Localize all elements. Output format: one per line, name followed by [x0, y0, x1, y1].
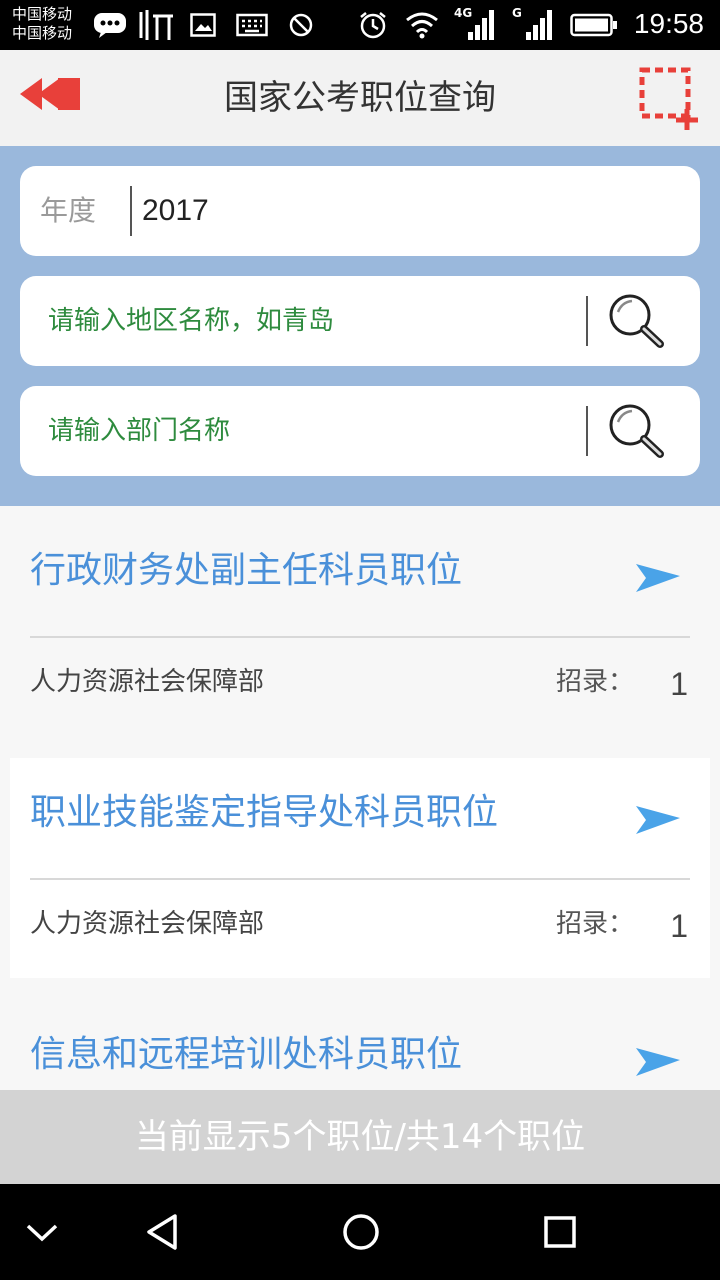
hire-label: 招录： [555, 909, 634, 939]
system-nav-bar [0, 1184, 720, 1280]
region-search-field[interactable]: 请输入地区名称，如青岛 [20, 276, 700, 366]
hire-count: 1 [670, 666, 688, 702]
clock: 19:58 [633, 8, 704, 39]
department-name: 人力资源社会保障部 [30, 667, 265, 697]
collapse-button[interactable] [18, 1208, 66, 1256]
list-item[interactable]: 信息和远程培训处科员职位 [10, 1000, 710, 1090]
back-icon [147, 1214, 177, 1250]
search-panel: 年度 2017 请输入地区名称，如青岛 请输入部门名称 [0, 146, 720, 506]
alarm-icon [356, 0, 390, 50]
hire-count: 1 [670, 908, 688, 944]
region-search-input[interactable]: 请输入地区名称，如青岛 [48, 276, 334, 366]
no-disturb-icon [286, 0, 316, 50]
department-search-field[interactable]: 请输入部门名称 [20, 386, 700, 476]
job-title[interactable]: 信息和远程培训处科员职位 [30, 1030, 462, 1080]
signal-icon: G [512, 0, 554, 44]
send-arrow-icon[interactable] [634, 560, 682, 596]
status-bar: 中国移动 中国移动 4G G 19:58 [0, 0, 720, 50]
field-divider [586, 296, 588, 346]
recents-icon [544, 1216, 576, 1248]
message-icon [92, 0, 128, 50]
list-item[interactable]: 行政财务处副主任科员职位 人力资源社会保障部 招录： 1 [10, 516, 710, 736]
search-icon [609, 294, 664, 348]
back-nav-button[interactable] [138, 1208, 186, 1256]
home-icon [343, 1214, 379, 1250]
add-subscription-button[interactable] [638, 64, 698, 130]
carrier-info: 中国移动 中国移动 [12, 5, 72, 43]
battery-icon [568, 0, 620, 50]
year-label: 年度 [40, 194, 97, 227]
collapse-icon [26, 1224, 58, 1242]
field-divider [586, 406, 588, 456]
department-search-input[interactable]: 请输入部门名称 [48, 386, 230, 476]
region-search-button[interactable] [604, 290, 668, 352]
recents-button[interactable] [536, 1208, 584, 1256]
field-divider [130, 186, 132, 236]
wifi-icon [402, 0, 442, 50]
app-header: 国家公考职位查询 [0, 50, 720, 146]
result-summary: 当前显示5个职位/共14个职位 [134, 1117, 586, 1157]
crop-add-icon [639, 67, 698, 130]
divider [30, 878, 690, 880]
job-list[interactable]: 行政财务处副主任科员职位 人力资源社会保障部 招录： 1 职业技能鉴定指导处科员… [0, 506, 720, 1090]
page-title: 国家公考职位查询 [224, 78, 496, 118]
home-button[interactable] [337, 1208, 385, 1256]
divider [30, 636, 690, 638]
department-search-button[interactable] [604, 400, 668, 462]
carrier-name-2: 中国移动 [12, 24, 73, 42]
result-summary-bar: 当前显示5个职位/共14个职位 [0, 1090, 720, 1184]
job-title[interactable]: 职业技能鉴定指导处科员职位 [30, 788, 498, 838]
keyboard-icon [234, 0, 270, 50]
ting-app-icon [136, 0, 176, 50]
year-field[interactable]: 年度 2017 [20, 166, 700, 256]
hire-label: 招录： [555, 667, 634, 697]
carrier-name-1: 中国移动 [12, 5, 73, 23]
image-icon [188, 0, 218, 50]
year-value[interactable]: 2017 [142, 166, 209, 256]
job-title[interactable]: 行政财务处副主任科员职位 [30, 546, 462, 596]
signal-icon: 4G [454, 0, 496, 50]
send-arrow-icon[interactable] [634, 1044, 682, 1080]
search-icon [609, 404, 664, 458]
send-arrow-icon[interactable] [634, 802, 682, 838]
department-name: 人力资源社会保障部 [30, 909, 265, 939]
list-item[interactable]: 职业技能鉴定指导处科员职位 人力资源社会保障部 招录： 1 [10, 758, 710, 978]
